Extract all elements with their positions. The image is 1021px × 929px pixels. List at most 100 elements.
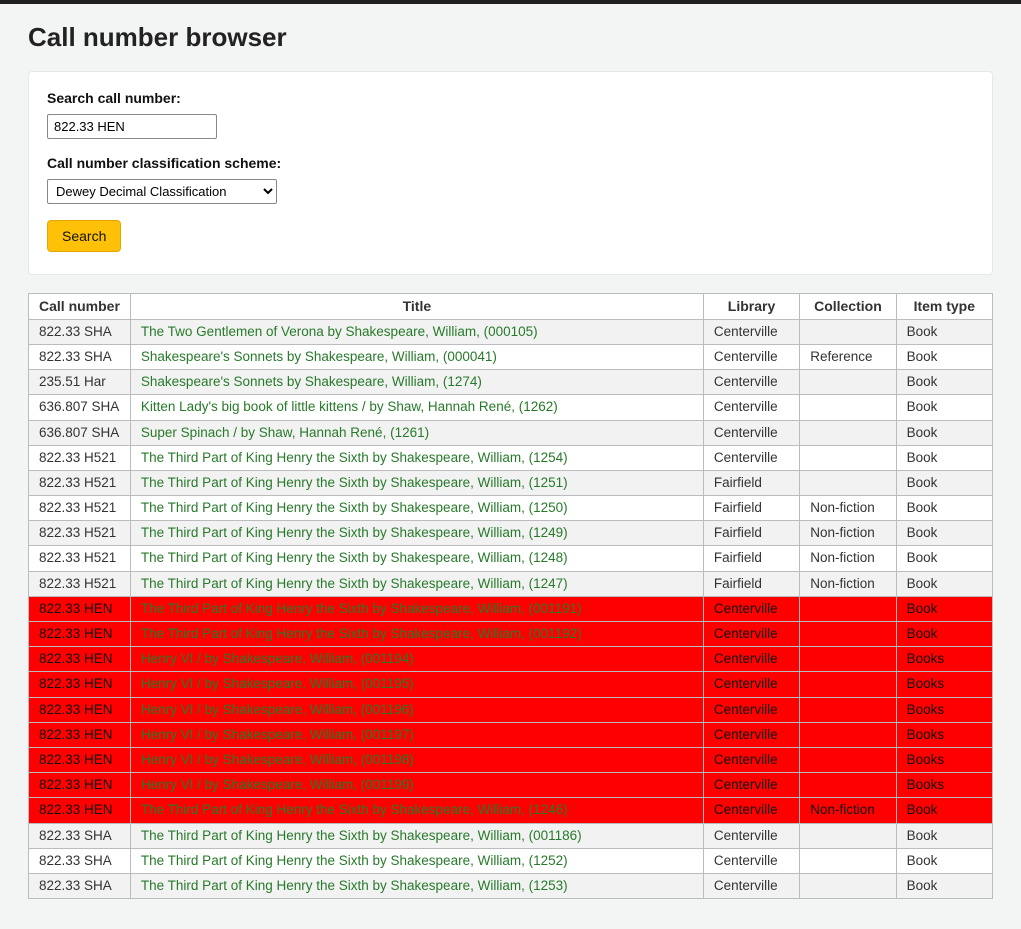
cell-item-type: Books [896,647,992,672]
cell-collection: Non-fiction [800,496,896,521]
table-row: 822.33 HENHenry VI / by Shakespeare, Wil… [29,773,993,798]
table-row: 822.33 SHAThe Third Part of King Henry t… [29,848,993,873]
title-link[interactable]: Henry VI / by Shakespeare, William, (001… [141,676,414,691]
cell-title: The Third Part of King Henry the Sixth b… [130,823,703,848]
cell-collection [800,445,896,470]
cell-library: Centerville [703,596,799,621]
cell-item-type: Book [896,344,992,369]
cell-title: Kitten Lady's big book of little kittens… [130,395,703,420]
cell-call-number: 822.33 SHA [29,873,131,898]
cell-call-number: 822.33 HEN [29,647,131,672]
cell-library: Centerville [703,747,799,772]
table-body: 822.33 SHA The Two Gentlemen of Verona by… [29,319,993,898]
cell-collection [800,722,896,747]
title-link[interactable]: Henry VI / by Shakespeare, William, (001… [141,702,414,717]
cell-collection: Reference [800,344,896,369]
cell-library: Fairfield [703,571,799,596]
cell-title: The Third Part of King Henry the Sixth b… [130,873,703,898]
cell-call-number: 235.51 Har [29,370,131,395]
title-link[interactable]: Kitten Lady's big book of little kittens… [141,399,558,414]
cell-library: Centerville [703,319,799,344]
title-link[interactable]: The Third Part of King Henry the Sixth b… [141,878,568,893]
cell-title: Shakespeare's Sonnets by Shakespeare, Wi… [130,370,703,395]
cell-title: The Third Part of King Henry the Sixth b… [130,546,703,571]
cell-item-type: Books [896,722,992,747]
cell-item-type: Book [896,420,992,445]
col-header-itemtype: Item type [896,294,992,320]
cell-collection [800,395,896,420]
cell-title: The Third Part of King Henry the Sixth b… [130,521,703,546]
title-link[interactable]: Henry VI / by Shakespeare, William, (001… [141,752,414,767]
cell-library: Fairfield [703,546,799,571]
cell-call-number: 822.33 H521 [29,470,131,495]
title-link[interactable]: The Third Part of King Henry the Sixth b… [141,853,568,868]
cell-collection: Non-fiction [800,546,896,571]
cell-title: The Third Part of King Henry the Sixth b… [130,470,703,495]
title-link[interactable]: The Third Part of King Henry the Sixth b… [141,500,568,515]
table-row: 235.51 Har Shakespeare's Sonnets by Shake… [29,370,993,395]
title-link[interactable]: Shakespeare's Sonnets by Shakespeare, Wi… [141,349,497,364]
title-link[interactable]: The Third Part of King Henry the Sixth b… [141,626,582,641]
classification-scheme-group: Call number classification scheme: Dewey… [47,155,974,204]
title-link[interactable]: The Third Part of King Henry the Sixth b… [141,475,568,490]
title-link[interactable]: The Third Part of King Henry the Sixth b… [141,550,568,565]
title-link[interactable]: The Two Gentlemen of Verona by Shakespea… [141,324,538,339]
cell-library: Centerville [703,647,799,672]
cell-title: The Third Part of King Henry the Sixth b… [130,848,703,873]
cell-library: Fairfield [703,521,799,546]
title-link[interactable]: The Third Part of King Henry the Sixth b… [141,576,568,591]
table-row: 822.33 HEN Henry VI / by Shakespeare, Wil… [29,647,993,672]
title-link[interactable]: Henry VI / by Shakespeare, William, (001… [141,777,414,792]
cell-title: The Third Part of King Henry the Sixth b… [130,596,703,621]
title-link[interactable]: Super Spinach / by Shaw, Hannah René, (1… [141,425,429,440]
cell-collection [800,697,896,722]
cell-collection: Non-fiction [800,521,896,546]
cell-collection: Non-fiction [800,798,896,823]
cell-collection [800,370,896,395]
cell-title: The Third Part of King Henry the Sixth b… [130,496,703,521]
results-table-wrap: Call number Title Library Collection Ite… [28,293,993,899]
cell-title: Henry VI / by Shakespeare, William, (001… [130,697,703,722]
search-button[interactable]: Search [47,220,121,252]
title-link[interactable]: Henry VI / by Shakespeare, William, (001… [141,727,414,742]
table-row: 636.807 SHASuper Spinach / by Shaw, Hann… [29,420,993,445]
cell-title: The Third Part of King Henry the Sixth b… [130,798,703,823]
title-link[interactable]: The Third Part of King Henry the Sixth b… [141,601,582,616]
search-call-number-label: Search call number: [47,90,974,106]
cell-collection [800,747,896,772]
cell-item-type: Book [896,873,992,898]
cell-call-number: 822.33 H521 [29,521,131,546]
table-header-row: Call number Title Library Collection Ite… [29,294,993,320]
cell-library: Centerville [703,672,799,697]
classification-scheme-select[interactable]: Dewey Decimal Classification [47,179,277,204]
cell-collection [800,622,896,647]
table-row: 822.33 SHAThe Third Part of King Henry t… [29,823,993,848]
col-header-title: Title [130,294,703,320]
cell-collection [800,470,896,495]
cell-library: Centerville [703,697,799,722]
cell-collection [800,319,896,344]
table-row: 822.33 SHA Shakespeare's Sonnets by Shake… [29,344,993,369]
title-link[interactable]: The Third Part of King Henry the Sixth b… [141,525,568,540]
table-row: 822.33 H521 The Third Part of King Henry … [29,521,993,546]
title-link[interactable]: The Third Part of King Henry the Sixth b… [141,802,568,817]
cell-call-number: 822.33 HEN [29,697,131,722]
title-link[interactable]: The Third Part of King Henry the Sixth b… [141,828,582,843]
col-header-collection: Collection [800,294,896,320]
table-row: 822.33 H521 The Third Part of King Henry … [29,571,993,596]
title-link[interactable]: The Third Part of King Henry the Sixth b… [141,450,568,465]
title-link[interactable]: Shakespeare's Sonnets by Shakespeare, Wi… [141,374,482,389]
title-link[interactable]: Henry VI / by Shakespeare, William, (001… [141,651,414,666]
cell-call-number: 822.33 SHA [29,344,131,369]
cell-title: Henry VI / by Shakespeare, William, (001… [130,672,703,697]
cell-library: Fairfield [703,496,799,521]
cell-item-type: Book [896,823,992,848]
cell-item-type: Book [896,496,992,521]
search-call-number-input[interactable] [47,114,217,139]
cell-item-type: Book [896,370,992,395]
col-header-library: Library [703,294,799,320]
table-row: 822.33 HENThe Third Part of King Henry t… [29,596,993,621]
cell-collection [800,672,896,697]
cell-collection [800,596,896,621]
cell-call-number: 822.33 H521 [29,571,131,596]
